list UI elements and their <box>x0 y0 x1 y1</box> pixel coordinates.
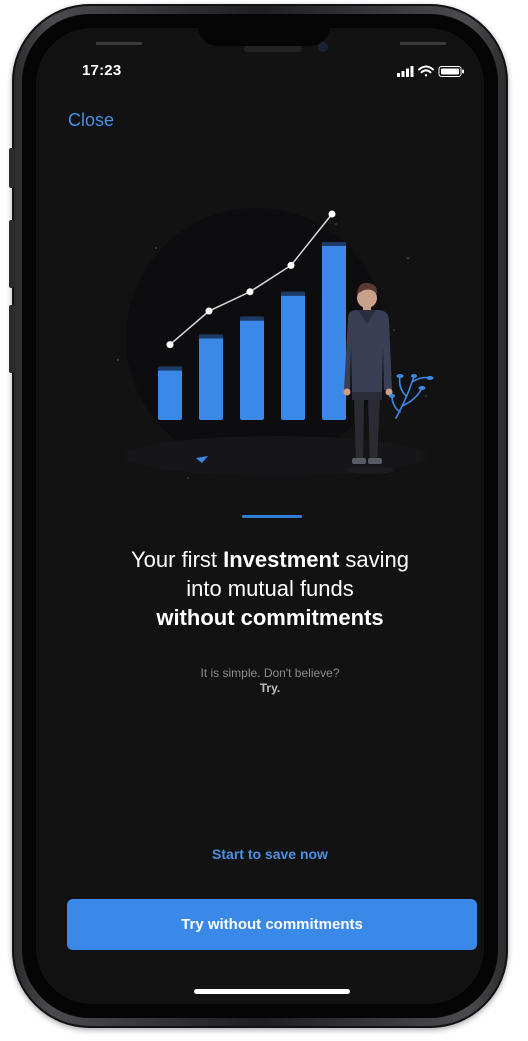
front-camera <box>318 42 328 52</box>
trend-point <box>166 341 174 349</box>
chart-bar <box>240 316 264 420</box>
antenna-line-left <box>96 42 142 45</box>
trend-point <box>328 210 336 218</box>
speaker-grill <box>244 46 302 52</box>
antenna-line-right <box>400 42 446 45</box>
trend-point <box>287 261 295 269</box>
headline-suffix: saving <box>339 547 409 572</box>
side-button <box>9 148 14 188</box>
chart-bar-cap <box>322 242 346 246</box>
status-time: 17:23 <box>82 62 122 79</box>
try-without-commitments-button[interactable]: Try without commitments <box>67 899 477 950</box>
cellular-signal-icon <box>397 66 414 77</box>
section-divider <box>242 515 302 518</box>
subtext: It is simple. Don't believe? Try. <box>120 666 420 696</box>
trend-point <box>246 288 254 296</box>
chart-bar-cap <box>240 316 264 321</box>
subtext-line-1: It is simple. Don't believe? <box>200 666 340 680</box>
wifi-icon <box>418 65 434 77</box>
close-button[interactable]: Close <box>68 110 114 131</box>
headline-prefix: Your first <box>131 547 224 572</box>
subtext-line-2: Try. <box>259 681 281 695</box>
notch <box>198 14 330 46</box>
headline: Your first Investment saving into mutual… <box>70 545 470 632</box>
volume-down-button <box>9 305 14 373</box>
chart-bar-cap <box>281 291 305 296</box>
chart-bar <box>199 334 223 420</box>
headline-line-2: into mutual funds <box>186 576 354 601</box>
headline-emphasis: without commitments <box>156 605 384 630</box>
trend-point <box>205 307 213 315</box>
chart-bar-cap <box>199 334 223 339</box>
start-to-save-link[interactable]: Start to save now <box>120 846 420 862</box>
chart-bar <box>281 291 305 420</box>
chart-bar <box>322 242 346 420</box>
chart-bar <box>158 366 182 420</box>
investment-illustration <box>96 200 456 500</box>
volume-up-button <box>9 220 14 288</box>
home-indicator[interactable] <box>194 989 350 994</box>
chart-bar-cap <box>158 366 182 371</box>
status-icons <box>397 64 477 78</box>
headline-bold-word: Investment <box>223 547 340 572</box>
headline-line-1: Your first Investment saving <box>70 545 470 574</box>
battery-icon <box>438 66 464 77</box>
headline-line-3: without commitments <box>70 603 470 632</box>
